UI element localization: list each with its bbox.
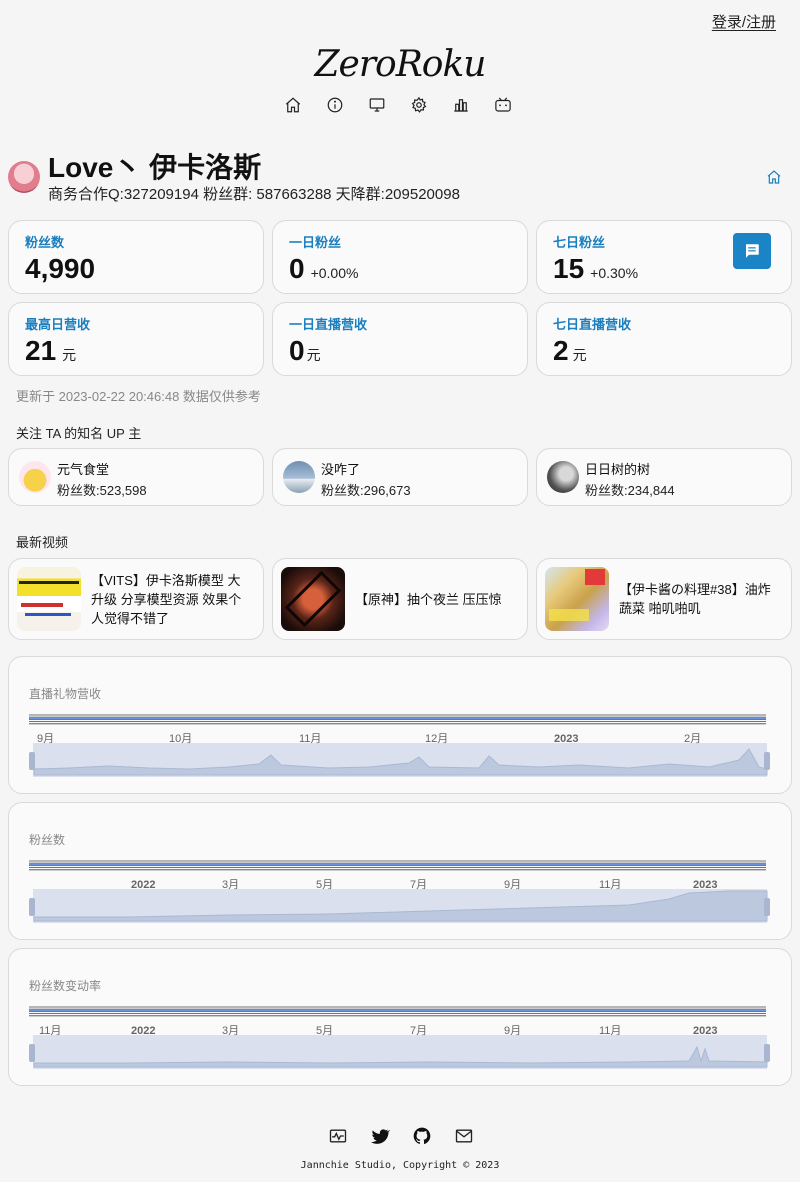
activity-icon[interactable] <box>328 1126 348 1146</box>
updated-timestamp: 更新于 2023-02-22 20:46:48 数据仅供参考 <box>16 389 261 404</box>
user-name: Love丶 伊卡洛斯 <box>48 152 262 183</box>
video-title: 【原神】抽个夜兰 压压惊 <box>355 591 502 607</box>
chart-plot: 9月 10月 11月 12月 2023 2月 <box>29 714 770 777</box>
avatar <box>19 461 51 493</box>
top-nav <box>284 96 512 114</box>
video-card[interactable]: 【原神】抽个夜兰 压压惊 <box>272 558 528 640</box>
chart-live-gift-revenue: 直播礼物营收 9月 10月 11月 12月 2023 2月 <box>8 656 792 794</box>
user-description: 商务合作Q:327209194 粉丝群: 587663288 天降群:20952… <box>48 186 460 203</box>
stat-label: 一日直播营收 <box>289 317 368 332</box>
stat-unit: 元 <box>572 347 587 363</box>
zoom-handle-right[interactable] <box>764 898 770 916</box>
chart-plot: 11月 2022 3月 5月 7月 9月 11月 2023 <box>29 1006 770 1069</box>
stat-label: 粉丝数 <box>25 235 65 250</box>
stat-change: +0.00% <box>310 265 359 281</box>
chart-icon[interactable] <box>452 96 470 114</box>
stat-card-fans: 粉丝数 4,990 <box>8 220 264 294</box>
zoom-handle-right[interactable] <box>764 1044 770 1062</box>
stat-unit: 元 <box>62 347 77 363</box>
twitter-icon[interactable] <box>370 1126 390 1146</box>
stat-card-daily-fans: 一日粉丝 0 +0.00% <box>272 220 528 294</box>
avatar <box>283 461 315 493</box>
copyright-text: Jannchie Studio, Copyright © 2023 <box>300 1160 500 1171</box>
stat-label: 七日粉丝 <box>553 235 606 250</box>
stat-value: 15 +0.30% <box>553 253 639 284</box>
home-icon[interactable] <box>284 96 302 114</box>
stat-value: 4,990 <box>25 253 96 284</box>
footer-links <box>328 1126 474 1146</box>
zoom-handle-left[interactable] <box>29 1044 35 1062</box>
github-icon[interactable] <box>412 1126 432 1146</box>
video-thumbnail <box>545 567 609 631</box>
stat-change: +0.30% <box>590 265 639 281</box>
up-fans: 粉丝数:296,673 <box>321 483 411 498</box>
video-card[interactable]: 【伊卡酱の料理#38】油炸蔬菜 啪叽啪叽 <box>536 558 792 640</box>
up-fans: 粉丝数:523,598 <box>57 483 147 498</box>
settings-icon[interactable] <box>410 96 428 114</box>
video-title: 【VITS】伊卡洛斯模型 大升级 分享模型资源 效果个人觉得不错了 <box>91 572 242 626</box>
stat-card-weekly-fans: 七日粉丝 15 +0.30% <box>536 220 792 294</box>
zoom-handle-left[interactable] <box>29 752 35 770</box>
monitor-icon[interactable] <box>368 96 386 114</box>
site-logo[interactable]: ZeroRoku <box>0 44 800 85</box>
comment-icon <box>746 244 759 258</box>
up-name: 元气食堂 <box>57 462 110 477</box>
up-card[interactable]: 日日树的树 粉丝数:234,844 <box>536 448 792 506</box>
up-card[interactable]: 没咋了 粉丝数:296,673 <box>272 448 528 506</box>
zoom-handle-right[interactable] <box>764 752 770 770</box>
avatar <box>547 461 579 493</box>
videos-section-title: 最新视频 <box>16 535 69 550</box>
home-icon[interactable] <box>766 169 782 190</box>
stat-label: 七日直播营收 <box>553 317 632 332</box>
video-thumbnail <box>281 567 345 631</box>
stat-card-max-daily-revenue: 最高日营收 21 元 <box>8 302 264 376</box>
stat-value: 21 元 <box>25 335 77 366</box>
zoom-handle-left[interactable] <box>29 898 35 916</box>
stat-value: 2元 <box>553 335 587 366</box>
stat-value: 0 +0.00% <box>289 253 359 284</box>
stat-label: 一日粉丝 <box>289 235 342 250</box>
stat-card-weekly-live-revenue: 七日直播营收 2元 <box>536 302 792 376</box>
stat-unit: 元 <box>306 347 321 363</box>
bilibili-icon[interactable] <box>494 96 512 114</box>
up-name: 没咋了 <box>321 462 361 477</box>
avatar[interactable] <box>8 161 40 193</box>
video-title: 【伊卡酱の料理#38】油炸蔬菜 啪叽啪叽 <box>619 582 771 616</box>
profile-header: Love丶 伊卡洛斯 商务合作Q:327209194 粉丝群: 58766328… <box>8 146 792 206</box>
chart-fans-change-rate: 粉丝数变动率 11月 2022 3月 5月 7月 9月 11月 2023 <box>8 948 792 1086</box>
stat-card-daily-live-revenue: 一日直播营收 0元 <box>272 302 528 376</box>
stat-value: 0元 <box>289 335 321 366</box>
stat-label: 最高日营收 <box>25 317 91 332</box>
chart-fans: 粉丝数 2022 3月 5月 7月 9月 11月 2023 <box>8 802 792 940</box>
up-fans: 粉丝数:234,844 <box>585 483 675 498</box>
up-name: 日日树的树 <box>585 462 651 477</box>
video-thumbnail <box>17 567 81 631</box>
up-card[interactable]: 元气食堂 粉丝数:523,598 <box>8 448 264 506</box>
comment-button[interactable] <box>733 233 771 269</box>
mail-icon[interactable] <box>454 1126 474 1146</box>
chart-plot: 2022 3月 5月 7月 9月 11月 2023 <box>29 860 770 923</box>
login-register-link[interactable]: 登录/注册 <box>712 11 776 32</box>
video-card[interactable]: 【VITS】伊卡洛斯模型 大升级 分享模型资源 效果个人觉得不错了 <box>8 558 264 640</box>
info-icon[interactable] <box>326 96 344 114</box>
followed-section-title: 关注 TA 的知名 UP 主 <box>16 426 142 441</box>
